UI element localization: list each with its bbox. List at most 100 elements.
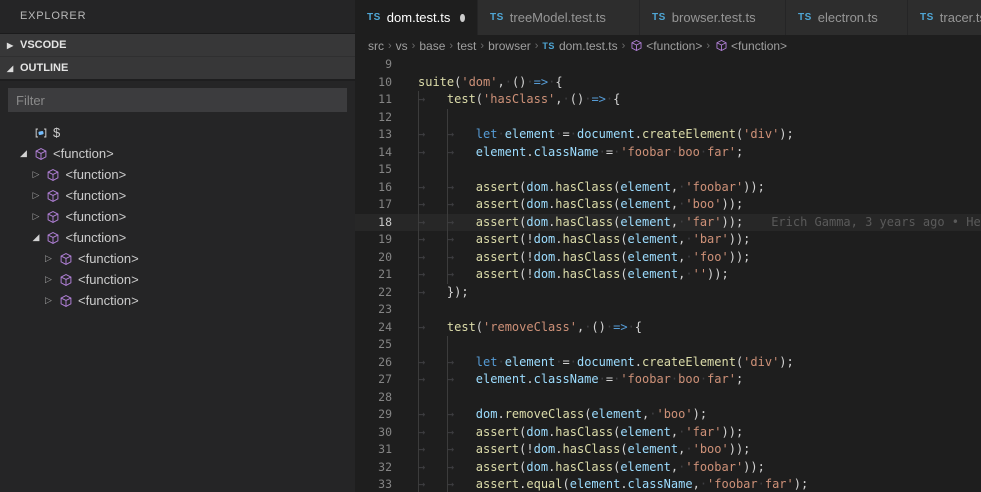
outline-item-variable[interactable]: $ bbox=[0, 122, 355, 143]
outline-filter-input[interactable] bbox=[8, 88, 347, 112]
line-number[interactable]: 26 bbox=[355, 354, 392, 372]
tab-whitespace-arrow: → bbox=[418, 179, 447, 197]
line-number[interactable]: 25 bbox=[355, 336, 392, 354]
code-line[interactable]: 33→→assert.equal(element.className,·'foo… bbox=[355, 476, 981, 492]
code-line[interactable]: 10suite('dom',·()·=>·{ bbox=[355, 74, 981, 92]
line-number[interactable]: 23 bbox=[355, 301, 392, 319]
outline-item-function[interactable]: ▷<function> bbox=[0, 206, 355, 227]
breadcrumb-item[interactable]: src bbox=[368, 39, 384, 53]
line-number[interactable]: 19 bbox=[355, 231, 392, 249]
section-header-outline[interactable]: ◢ OUTLINE bbox=[0, 56, 355, 79]
chevron-right-icon[interactable]: ▷ bbox=[45, 295, 58, 306]
chevron-right-icon[interactable]: ▷ bbox=[33, 169, 46, 180]
breadcrumb-item[interactable]: base bbox=[419, 39, 445, 53]
line-number[interactable]: 27 bbox=[355, 371, 392, 389]
breadcrumb-item[interactable]: <function> bbox=[629, 39, 702, 53]
tab-treeModel-test-ts[interactable]: TStreeModel.test.ts bbox=[478, 0, 640, 35]
line-number[interactable]: 10 bbox=[355, 74, 392, 92]
chevron-down-icon[interactable]: ◢ bbox=[20, 148, 33, 159]
tab-whitespace-arrow: → bbox=[418, 476, 447, 492]
space-whitespace-dot: · bbox=[685, 267, 692, 281]
breadcrumb-item[interactable]: browser bbox=[488, 39, 531, 53]
tab-browser-test-ts[interactable]: TSbrowser.test.ts bbox=[640, 0, 786, 35]
chevron-right-icon[interactable]: ▷ bbox=[45, 253, 58, 264]
line-number[interactable]: 24 bbox=[355, 319, 392, 337]
tab-dom-test-ts[interactable]: TSdom.test.ts bbox=[355, 0, 478, 35]
line-number[interactable]: 18 bbox=[355, 214, 392, 232]
outline-item-function[interactable]: ▷<function> bbox=[0, 290, 355, 311]
line-number[interactable]: 28 bbox=[355, 389, 392, 407]
breadcrumb-item[interactable]: <function> bbox=[714, 39, 787, 53]
chevron-separator-icon: › bbox=[706, 40, 710, 52]
code-line[interactable]: 13→→let·element·=·document.createElement… bbox=[355, 126, 981, 144]
outline-item-function[interactable]: ◢<function> bbox=[0, 227, 355, 248]
line-number[interactable]: 33 bbox=[355, 476, 392, 492]
code-line[interactable]: 11 →test('hasClass',·()·=>·{ bbox=[355, 91, 981, 109]
code-line[interactable]: 29→→dom.removeClass(element,·'boo'); bbox=[355, 406, 981, 424]
code-editor[interactable]: 910suite('dom',·()·=>·{11 →test('hasClass… bbox=[355, 56, 981, 492]
line-number[interactable]: 32 bbox=[355, 459, 392, 477]
line-number[interactable]: 29 bbox=[355, 406, 392, 424]
chevron-right-icon[interactable]: ▷ bbox=[33, 211, 46, 222]
code-line[interactable]: 24 →test('removeClass',·()·=>·{ bbox=[355, 319, 981, 337]
dirty-indicator-icon[interactable] bbox=[460, 14, 465, 22]
token-str: 'foobar' bbox=[685, 460, 743, 474]
code-content: →test('hasClass',·()·=>·{ bbox=[418, 91, 620, 109]
outline-item-label: $ bbox=[53, 125, 60, 140]
breadcrumb-item[interactable]: test bbox=[457, 39, 476, 53]
code-line[interactable]: 20→→assert(!dom.hasClass(element,·'foo')… bbox=[355, 249, 981, 267]
code-line[interactable]: 21→→assert(!dom.hasClass(element,·'')); bbox=[355, 266, 981, 284]
line-number[interactable]: 20 bbox=[355, 249, 392, 267]
line-number[interactable]: 21 bbox=[355, 266, 392, 284]
outline-item-function[interactable]: ▷<function> bbox=[0, 269, 355, 290]
line-number[interactable]: 14 bbox=[355, 144, 392, 162]
outline-item-function[interactable]: ▷<function> bbox=[0, 164, 355, 185]
token-pl: ; bbox=[736, 372, 743, 386]
code-line[interactable]: 31→→assert(!dom.hasClass(element,·'boo')… bbox=[355, 441, 981, 459]
code-line[interactable]: 9 bbox=[355, 56, 981, 74]
line-number[interactable]: 13 bbox=[355, 126, 392, 144]
outline-item-function[interactable]: ◢<function> bbox=[0, 143, 355, 164]
breadcrumb-item[interactable]: TSdom.test.ts bbox=[542, 39, 617, 53]
tab-whitespace-arrow: → bbox=[447, 214, 476, 232]
line-number[interactable]: 17 bbox=[355, 196, 392, 214]
code-line[interactable]: 25 bbox=[355, 336, 981, 354]
outline-item-function[interactable]: ▷<function> bbox=[0, 185, 355, 206]
outline-item-function[interactable]: ▷<function> bbox=[0, 248, 355, 269]
indent-guide bbox=[418, 301, 419, 319]
code-line[interactable]: 23 bbox=[355, 301, 981, 319]
code-line[interactable]: 18→→assert(dom.hasClass(element,·'far'))… bbox=[355, 214, 981, 232]
line-number[interactable]: 31 bbox=[355, 441, 392, 459]
code-line[interactable]: 28 bbox=[355, 389, 981, 407]
line-number[interactable]: 22 bbox=[355, 284, 392, 302]
section-header-vscode[interactable]: ▶ VSCODE bbox=[0, 34, 355, 56]
token-pl: . bbox=[497, 407, 504, 421]
line-number[interactable]: 15 bbox=[355, 161, 392, 179]
line-number[interactable]: 30 bbox=[355, 424, 392, 442]
code-content: →test('removeClass',·()·=>·{ bbox=[418, 319, 642, 337]
line-number[interactable]: 11 bbox=[355, 91, 392, 109]
code-line[interactable]: 12 bbox=[355, 109, 981, 127]
token-pl: ,· bbox=[678, 442, 692, 456]
code-line[interactable]: 19→→assert(!dom.hasClass(element,·'bar')… bbox=[355, 231, 981, 249]
code-line[interactable]: 26→→let·element·=·document.createElement… bbox=[355, 354, 981, 372]
line-number[interactable]: 12 bbox=[355, 109, 392, 127]
tab-electron-ts[interactable]: TSelectron.ts bbox=[786, 0, 908, 35]
code-line[interactable]: 17→→assert(dom.hasClass(element,·'boo'))… bbox=[355, 196, 981, 214]
chevron-right-icon[interactable]: ▷ bbox=[45, 274, 58, 285]
code-line[interactable]: 15 bbox=[355, 161, 981, 179]
code-line[interactable]: 32→→assert(dom.hasClass(element,·'foobar… bbox=[355, 459, 981, 477]
code-line[interactable]: 16→→assert(dom.hasClass(element,·'foobar… bbox=[355, 179, 981, 197]
token-var: element bbox=[628, 250, 679, 264]
breadcrumb-item[interactable]: vs bbox=[396, 39, 408, 53]
code-line[interactable]: 14→→element.className·=·'foobar·boo·far'… bbox=[355, 144, 981, 162]
chevron-down-icon[interactable]: ◢ bbox=[33, 232, 46, 243]
line-number[interactable]: 16 bbox=[355, 179, 392, 197]
code-line[interactable]: 30→→assert(dom.hasClass(element,·'far'))… bbox=[355, 424, 981, 442]
code-line[interactable]: 22→}); bbox=[355, 284, 981, 302]
code-line[interactable]: 27 →→element.className·=·'foobar·boo·far'… bbox=[355, 371, 981, 389]
tab-tracer-ts[interactable]: TStracer.ts bbox=[908, 0, 981, 35]
line-number[interactable]: 9 bbox=[355, 56, 392, 74]
chevron-right-icon[interactable]: ▷ bbox=[33, 190, 46, 201]
code-content: →→element.className·=·'foobar·boo·far'; bbox=[418, 371, 743, 389]
